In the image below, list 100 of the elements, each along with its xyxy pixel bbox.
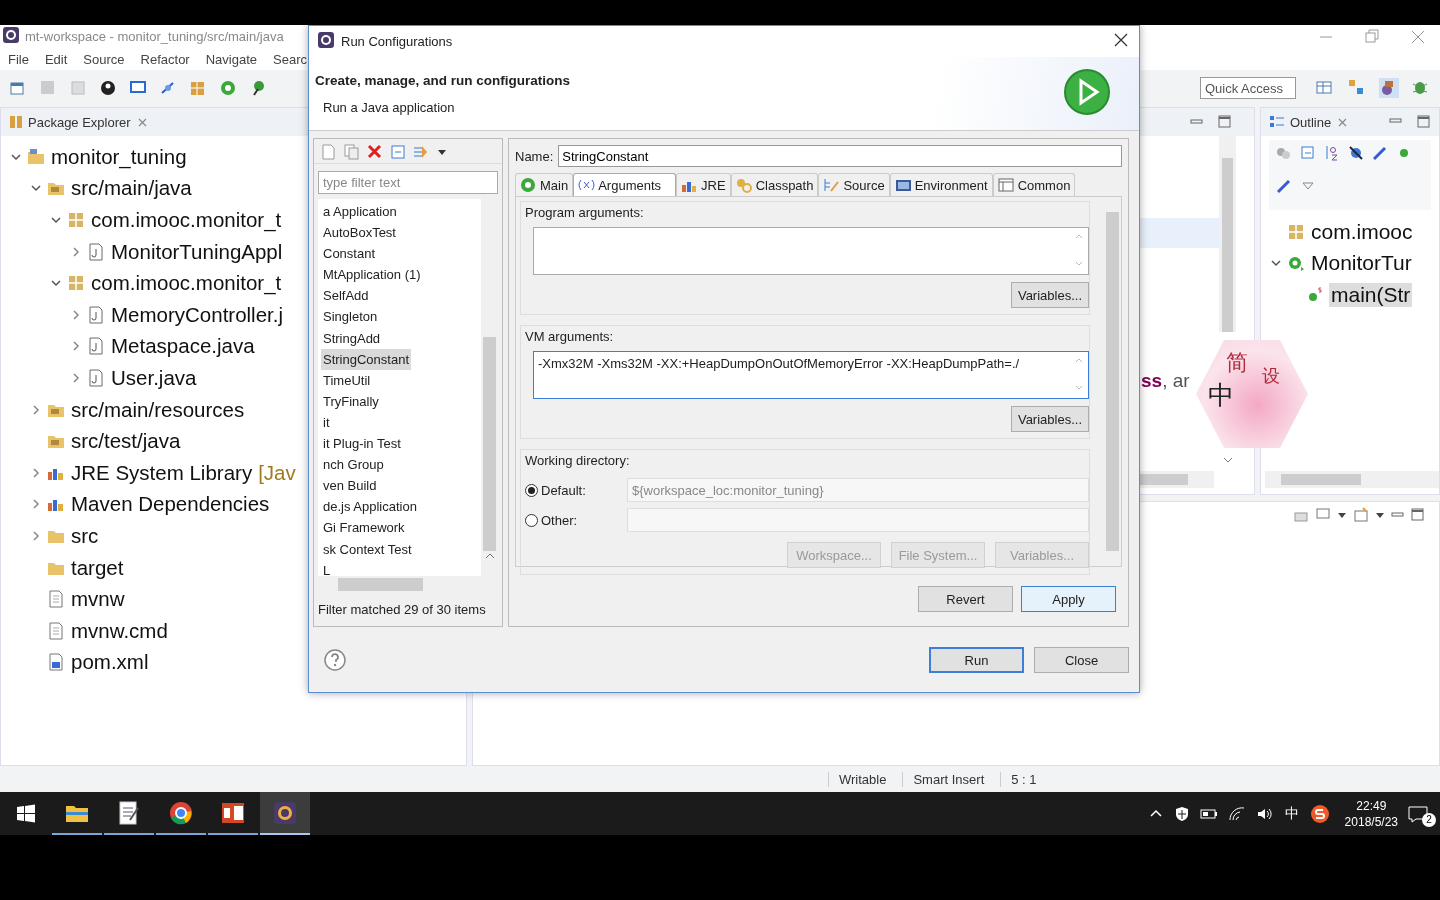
- taskbar-app-button[interactable]: [260, 792, 310, 835]
- shield-icon[interactable]: [1173, 805, 1190, 822]
- scrollbar[interactable]: [1265, 471, 1439, 488]
- menu-item[interactable]: File: [8, 51, 29, 67]
- configuration-item[interactable]: Singleton: [321, 306, 380, 328]
- tree-item[interactable]: mvnw: [69, 587, 127, 612]
- variables-button[interactable]: Variables...: [1010, 282, 1089, 308]
- maximize-icon[interactable]: [1417, 115, 1431, 129]
- scroll-down-icon[interactable]: [1221, 455, 1234, 465]
- tree-item[interactable]: src/test/java: [69, 429, 183, 454]
- configuration-item[interactable]: SelfAdd: [321, 285, 371, 307]
- tree-item[interactable]: MemoryController.j: [109, 302, 286, 327]
- tree-item[interactable]: src/main/java: [69, 176, 194, 201]
- tab[interactable]: JRE: [676, 173, 731, 196]
- package-icon[interactable]: [189, 79, 207, 97]
- tree-item[interactable]: target: [69, 555, 126, 580]
- menu-item[interactable]: Refactor: [140, 51, 190, 67]
- tree-item[interactable]: JRE System Library: [69, 460, 255, 485]
- menu-item[interactable]: Searc: [273, 51, 307, 67]
- radio-button[interactable]: Other:: [525, 512, 619, 528]
- tab[interactable]: Arguments: [573, 173, 677, 196]
- configuration-item[interactable]: it: [321, 411, 332, 434]
- tree-item[interactable]: MonitorTur: [1309, 251, 1414, 276]
- new-file-icon[interactable]: [9, 79, 27, 97]
- duplicate-icon[interactable]: [343, 142, 360, 160]
- configuration-item[interactable]: de.js Application: [321, 496, 419, 518]
- windows-logo-icon[interactable]: [16, 803, 36, 824]
- tab[interactable]: Environment: [889, 173, 993, 196]
- tree-item[interactable]: Maven Dependencies: [69, 492, 272, 517]
- configuration-item[interactable]: TryFinally: [321, 390, 381, 412]
- tab[interactable]: Classpath: [730, 173, 819, 196]
- app-s-icon[interactable]: [1309, 803, 1330, 824]
- name-field[interactable]: StringConstant: [558, 145, 1122, 167]
- action-button[interactable]: Apply: [1021, 586, 1116, 612]
- text-area[interactable]: -Xmx32M -Xms32M -XX:+HeapDumpOnOutOfMemoryError -XX:HeapDumpPath=./: [533, 351, 1089, 399]
- run-icon[interactable]: [219, 79, 237, 97]
- tree-item[interactable]: mvnw.cmd: [69, 618, 170, 643]
- eclipse-icon: [317, 31, 335, 49]
- tab[interactable]: Main: [515, 173, 574, 196]
- view-title[interactable]: Outline: [1290, 114, 1332, 130]
- menu-item[interactable]: Edit: [44, 51, 68, 67]
- collapse-all-icon[interactable]: [389, 142, 406, 160]
- open-console-icon[interactable]: [1353, 507, 1369, 523]
- tree-item[interactable]: Metaspace.java: [109, 334, 257, 359]
- quick-access-field[interactable]: Quick Access: [1200, 77, 1296, 99]
- configuration-item[interactable]: nch Group: [321, 454, 386, 476]
- configuration-item[interactable]: Gi Framework: [321, 517, 407, 539]
- tree-item[interactable]: com.imooc.monitor_t: [89, 271, 284, 296]
- input-language-indicator[interactable]: 中: [1284, 804, 1299, 823]
- tab[interactable]: Source: [818, 173, 890, 196]
- radio-button[interactable]: Default:: [525, 482, 619, 498]
- configuration-item[interactable]: it Plug-in Test: [321, 433, 403, 455]
- maximize-icon[interactable]: [1411, 508, 1425, 522]
- action-button[interactable]: Revert: [918, 586, 1013, 612]
- dialog-button[interactable]: Close: [1034, 647, 1129, 673]
- tree-item[interactable]: com.imooc.monitor_t: [89, 208, 284, 232]
- close-icon[interactable]: [1113, 32, 1129, 48]
- classpath-tab-icon: [735, 177, 753, 193]
- configuration-item[interactable]: a Application: [321, 201, 399, 223]
- dialog-button[interactable]: Run: [929, 647, 1024, 673]
- tree-item[interactable]: src/main/resources: [69, 397, 247, 422]
- configuration-item[interactable]: MtApplication (1): [321, 264, 423, 286]
- help-icon[interactable]: [323, 648, 347, 672]
- configuration-item[interactable]: AutoBoxTest: [321, 222, 398, 244]
- scroll-up-icon: [483, 551, 496, 561]
- configuration-item[interactable]: StringConstant: [321, 348, 411, 370]
- java-perspective-icon[interactable]: [1379, 78, 1399, 98]
- filter-field[interactable]: type filter text: [318, 171, 498, 194]
- tab[interactable]: Common: [992, 173, 1076, 196]
- source-tab-icon: [823, 177, 841, 193]
- view-title[interactable]: Package Explorer: [28, 114, 131, 130]
- maximize-icon[interactable]: [1218, 115, 1232, 129]
- ime-mode-text[interactable]: 中: [1208, 378, 1234, 413]
- scrollbar[interactable]: [1219, 136, 1236, 332]
- directory-field[interactable]: [627, 508, 1089, 532]
- configuration-item[interactable]: TimeUtil: [321, 369, 373, 391]
- tree-item[interactable]: pom.xml: [69, 650, 151, 675]
- profile-icon[interactable]: [99, 79, 117, 97]
- tree-item[interactable]: main(Str: [1329, 283, 1413, 307]
- collapse-all-icon[interactable]: [1299, 144, 1317, 162]
- configuration-item[interactable]: L: [321, 559, 333, 576]
- wifi-icon[interactable]: [1227, 805, 1246, 822]
- tree-item[interactable]: src: [69, 523, 101, 548]
- configuration-item[interactable]: ven Build: [321, 475, 379, 497]
- tree-item[interactable]: com.imooc: [1309, 219, 1415, 244]
- clock[interactable]: 22:49 2018/5/23: [1344, 797, 1398, 830]
- hide-fields-icon[interactable]: [1347, 144, 1365, 162]
- tree-item[interactable]: User.java: [109, 365, 199, 390]
- configuration-item[interactable]: StringAdd: [321, 327, 383, 349]
- configuration-item[interactable]: sk Context Test: [321, 538, 414, 560]
- menu-item[interactable]: Source: [83, 51, 125, 67]
- variables-button[interactable]: Variables...: [1010, 406, 1089, 432]
- tree-item[interactable]: monitor_tuning: [49, 144, 189, 169]
- text-area[interactable]: [533, 227, 1089, 275]
- menu-item[interactable]: Navigate: [205, 51, 257, 67]
- ime-script-text[interactable]: 简: [1226, 348, 1248, 378]
- ime-settings-text[interactable]: 设: [1262, 364, 1280, 388]
- tree-item[interactable]: MonitorTuningAppl: [109, 239, 285, 264]
- configuration-item[interactable]: Constant: [321, 243, 378, 265]
- delete-icon[interactable]: [366, 142, 383, 160]
